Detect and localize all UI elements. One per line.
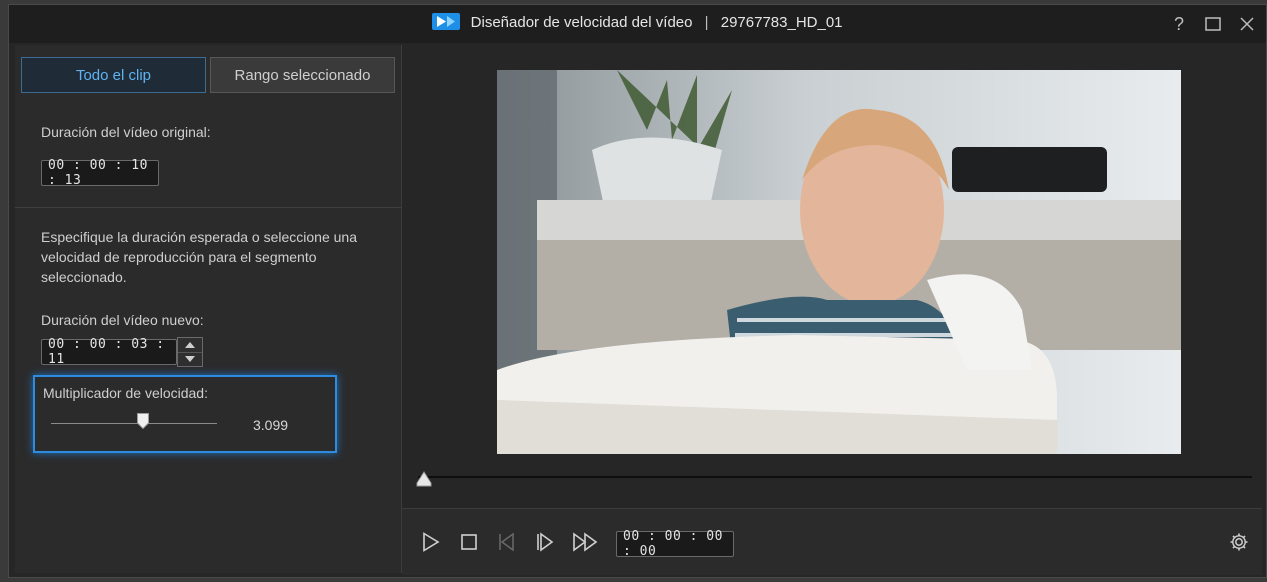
original-duration-label: Duración del vídeo original: — [41, 124, 211, 140]
window-title: Diseñador de velocidad del vídeo | 29767… — [9, 13, 1266, 31]
original-duration-field: 00 : 00 : 10 : 13 — [41, 158, 159, 188]
new-duration-stepper[interactable] — [177, 337, 203, 367]
title-bar: Diseñador de velocidad del vídeo | 29767… — [9, 5, 1266, 43]
playback-controls: 00 : 00 : 00 : 00 — [402, 508, 1262, 575]
stepper-up-icon[interactable] — [178, 338, 202, 352]
video-speed-designer-window: Diseñador de velocidad del vídeo | 29767… — [8, 4, 1267, 578]
speed-multiplier-label: Multiplicador de velocidad: — [43, 385, 208, 401]
speed-multiplier-group: Multiplicador de velocidad: 3.099 — [33, 375, 337, 453]
window-title-text: Diseñador de velocidad del vídeo — [470, 14, 693, 31]
video-preview — [497, 70, 1181, 454]
section-divider — [15, 207, 401, 208]
new-duration-label: Duración del vídeo nuevo: — [41, 312, 204, 328]
tab-selected-range[interactable]: Rango seleccionado — [210, 57, 395, 93]
speed-multiplier-value: 3.099 — [253, 417, 289, 433]
app-logo-icon — [432, 13, 461, 30]
tab-bar: Todo el clip Rango seleccionado — [21, 57, 395, 93]
play-icon[interactable] — [420, 531, 442, 553]
stepper-down-icon[interactable] — [178, 351, 202, 367]
timeline-playhead[interactable] — [416, 471, 432, 487]
stop-icon[interactable] — [458, 531, 480, 553]
settings-panel: Todo el clip Rango seleccionado Duración… — [15, 45, 402, 573]
maximize-icon[interactable] — [1202, 13, 1224, 35]
video-frame-image — [497, 70, 1181, 454]
clip-name: 29767783_HD_01 — [720, 14, 843, 31]
playback-timecode: 00 : 00 : 00 : 00 — [616, 529, 734, 559]
timeline-track[interactable] — [418, 476, 1252, 478]
tab-whole-clip[interactable]: Todo el clip — [21, 57, 206, 93]
next-frame-icon[interactable] — [534, 531, 556, 553]
title-separator: | — [704, 14, 709, 31]
previous-frame-icon[interactable] — [496, 531, 518, 553]
help-icon[interactable]: ? — [1168, 13, 1190, 35]
fast-forward-icon[interactable] — [572, 531, 600, 553]
settings-icon[interactable] — [1228, 531, 1250, 553]
instructions-text: Especifique la duración esperada o selec… — [41, 229, 357, 285]
speed-slider-thumb[interactable] — [137, 413, 149, 430]
preview-area — [402, 45, 1262, 505]
close-icon[interactable] — [1236, 13, 1258, 35]
new-duration-input[interactable]: 00 : 00 : 03 : 11 — [41, 337, 177, 367]
speed-slider-track[interactable] — [51, 423, 217, 424]
